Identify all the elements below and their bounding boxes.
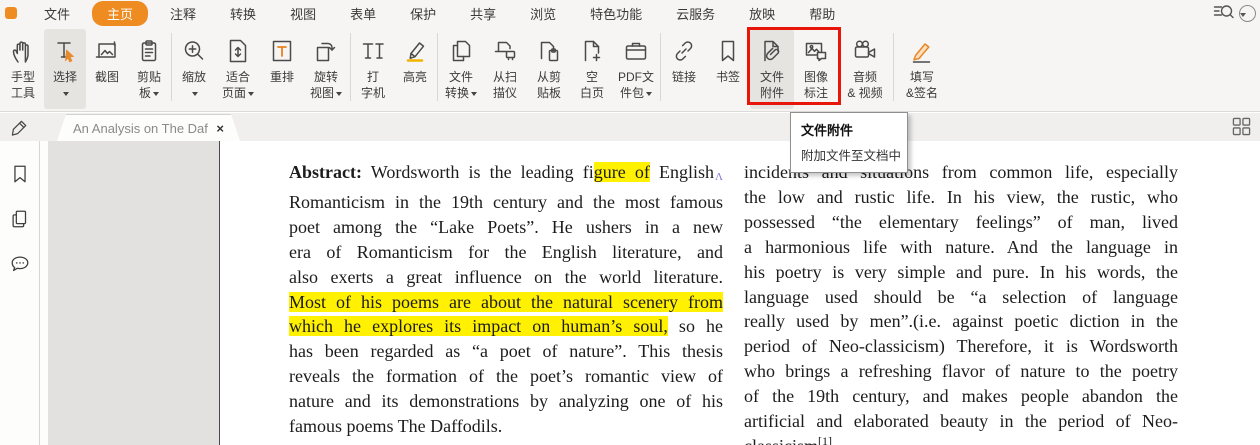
grid-view-icon[interactable] bbox=[1232, 117, 1251, 136]
menu-help[interactable]: 帮助 bbox=[792, 1, 852, 26]
convert-pages-icon bbox=[448, 38, 474, 64]
file-attachment-button[interactable]: 文件 附件 bbox=[750, 29, 794, 109]
app-logo-icon bbox=[5, 7, 17, 19]
toolbar-separator bbox=[660, 33, 661, 101]
document-tab[interactable]: An Analysis on The Daff... × bbox=[57, 114, 240, 141]
fit-page-icon bbox=[225, 38, 251, 64]
window-edge-button[interactable] bbox=[1239, 5, 1256, 22]
select-tool-button[interactable]: 选择 bbox=[44, 29, 86, 109]
bookmarks-panel-icon[interactable] bbox=[9, 163, 31, 185]
typewriter-icon bbox=[360, 38, 386, 64]
from-scanner-button[interactable]: 从扫 描仪 bbox=[483, 29, 527, 109]
dropdown-caret-icon bbox=[63, 92, 69, 96]
pdf-page: Abstract: Wordsworth is the leading figu… bbox=[219, 141, 1260, 445]
pdf-editor-window: 文件 主页 注释 转换 视图 表单 保护 共享 浏览 特色功能 云服务 放映 帮… bbox=[0, 0, 1260, 445]
dropdown-caret-icon bbox=[471, 92, 477, 96]
fill-sign-button[interactable]: 填写 &签名 bbox=[895, 29, 949, 109]
hand-tool-button[interactable]: 手型 工具 bbox=[2, 29, 44, 109]
pdf-portfolio-button[interactable]: PDF文 件包 bbox=[613, 29, 659, 109]
tooltip-title: 文件附件 bbox=[801, 120, 897, 139]
search-icon[interactable] bbox=[1212, 3, 1236, 26]
comments-panel-icon[interactable] bbox=[9, 253, 31, 275]
document-tab-bar: An Analysis on The Daff... × bbox=[0, 113, 1260, 141]
menu-convert[interactable]: 转换 bbox=[213, 1, 273, 26]
dropdown-caret-icon bbox=[248, 92, 254, 96]
menu-file[interactable]: 文件 bbox=[27, 1, 87, 26]
menu-features[interactable]: 特色功能 bbox=[573, 1, 659, 26]
blank-page-button[interactable]: 空 白页 bbox=[571, 29, 613, 109]
zoom-button[interactable]: 缩放 bbox=[173, 29, 215, 109]
tooltip: 文件附件 附加文件至文档中 bbox=[790, 112, 908, 173]
menu-cloud[interactable]: 云服务 bbox=[659, 1, 732, 26]
document-tab-title: An Analysis on The Daff... bbox=[73, 121, 208, 136]
toolbar-separator bbox=[350, 33, 351, 101]
menu-form[interactable]: 表单 bbox=[333, 1, 393, 26]
dropdown-caret-icon bbox=[153, 92, 159, 96]
page-paperclip-icon bbox=[759, 38, 785, 64]
clipboard-icon bbox=[136, 38, 162, 64]
dropdown-caret-icon bbox=[336, 92, 342, 96]
dropdown-caret-icon bbox=[646, 92, 652, 96]
highlight-button[interactable]: 高亮 bbox=[394, 29, 436, 109]
menu-protect[interactable]: 保护 bbox=[393, 1, 453, 26]
home-ribbon-toolbar: 手型 工具 选择 截图 剪贴 板 缩放 适合 页面 bbox=[0, 26, 1260, 112]
paste-page-icon bbox=[536, 38, 562, 64]
toolbar-separator bbox=[171, 33, 172, 101]
menu-home-active[interactable]: 主页 bbox=[92, 1, 148, 26]
highlighter-icon bbox=[402, 38, 428, 64]
hand-icon bbox=[10, 38, 36, 64]
menu-comment[interactable]: 注释 bbox=[153, 1, 213, 26]
document-text-right-column: incidents and situations from common lif… bbox=[744, 160, 1178, 445]
document-text-left-column: Abstract: Wordsworth is the leading figu… bbox=[289, 160, 723, 445]
select-cursor-icon bbox=[52, 38, 78, 64]
navigation-sidebar bbox=[0, 141, 40, 445]
menu-share[interactable]: 共享 bbox=[453, 1, 513, 26]
fill-sign-pen-icon bbox=[909, 38, 935, 64]
edit-pencil-icon[interactable] bbox=[11, 117, 30, 136]
portfolio-icon bbox=[623, 38, 649, 64]
rotate-view-icon bbox=[313, 38, 339, 64]
snapshot-icon bbox=[94, 38, 120, 64]
reflow-button[interactable]: 重排 bbox=[261, 29, 303, 109]
close-tab-icon[interactable]: × bbox=[216, 121, 224, 136]
link-button[interactable]: 链接 bbox=[662, 29, 706, 109]
audio-video-button[interactable]: 音频 & 视频 bbox=[838, 29, 892, 109]
blank-page-plus-icon bbox=[579, 38, 605, 64]
menu-present[interactable]: 放映 bbox=[732, 1, 792, 26]
document-viewport: Abstract: Wordsworth is the leading figu… bbox=[48, 141, 1260, 445]
from-clipboard-button[interactable]: 从剪 贴板 bbox=[527, 29, 571, 109]
main-area: Abstract: Wordsworth is the leading figu… bbox=[0, 141, 1260, 445]
pages-panel-icon[interactable] bbox=[9, 208, 31, 230]
image-speech-bubble-icon bbox=[803, 38, 829, 64]
sidebar-gutter bbox=[40, 141, 48, 445]
reflow-icon bbox=[269, 38, 295, 64]
toolbar-separator bbox=[893, 33, 894, 101]
image-annotation-button[interactable]: 图像 标注 bbox=[794, 29, 838, 109]
dropdown-caret-icon bbox=[192, 92, 198, 96]
scanner-icon bbox=[492, 38, 518, 64]
tooltip-description: 附加文件至文档中 bbox=[801, 145, 897, 164]
menu-bar: 文件 主页 注释 转换 视图 表单 保护 共享 浏览 特色功能 云服务 放映 帮… bbox=[0, 0, 1260, 26]
link-icon bbox=[671, 38, 697, 64]
fit-page-button[interactable]: 适合 页面 bbox=[215, 29, 261, 109]
rotate-view-button[interactable]: 旋转 视图 bbox=[303, 29, 349, 109]
toolbar-separator bbox=[437, 33, 438, 101]
zoom-in-icon bbox=[181, 38, 207, 64]
snapshot-button[interactable]: 截图 bbox=[86, 29, 128, 109]
clipboard-button[interactable]: 剪贴 板 bbox=[128, 29, 170, 109]
menu-view[interactable]: 视图 bbox=[273, 1, 333, 26]
bookmark-ribbon-icon bbox=[715, 38, 741, 64]
bookmark-button[interactable]: 书签 bbox=[706, 29, 750, 109]
menu-browse[interactable]: 浏览 bbox=[513, 1, 573, 26]
video-camera-icon bbox=[852, 38, 878, 64]
typewriter-button[interactable]: 打 字机 bbox=[352, 29, 394, 109]
file-convert-button[interactable]: 文件 转换 bbox=[439, 29, 483, 109]
